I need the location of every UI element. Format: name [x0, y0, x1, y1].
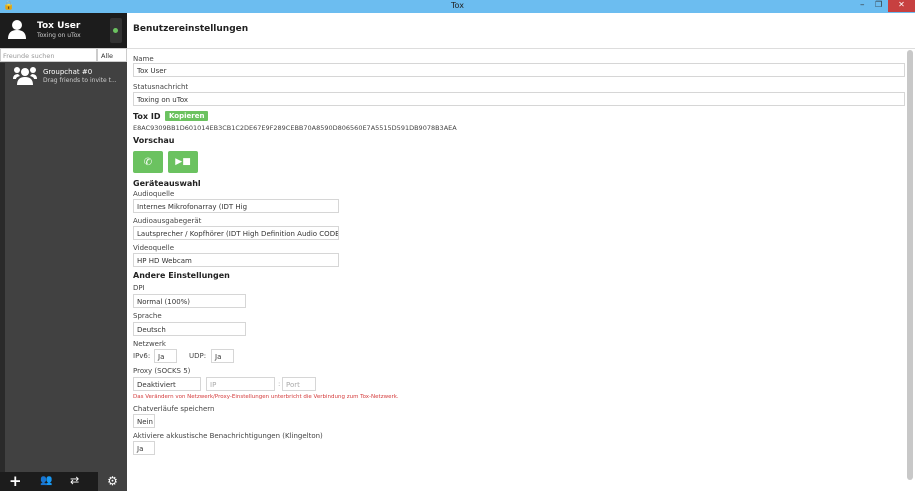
create-group-icon[interactable]: 👥 — [40, 475, 52, 486]
friend-subtitle: Drag friends to invite t... — [43, 77, 117, 84]
network-label: Netzwerk — [133, 340, 166, 348]
name-label: Name — [133, 55, 154, 63]
phone-icon: ✆ — [143, 156, 153, 168]
ring-select[interactable]: Ja — [133, 441, 155, 455]
udp-select[interactable]: Ja — [211, 349, 234, 363]
user-header: Tox User Toxing on uTox — [0, 13, 127, 48]
add-friend-icon[interactable]: + — [9, 472, 22, 490]
history-label: Chatverläufe speichern — [133, 405, 215, 413]
settings-button[interactable]: ⚙ — [98, 472, 127, 491]
audio-preview-button[interactable]: ✆ — [133, 151, 163, 173]
proxy-select[interactable]: Deaktiviert — [133, 377, 201, 391]
title-bar: 🔒 Tox – ❐ ✕ — [0, 0, 915, 13]
list-strip — [0, 63, 5, 472]
status-online-icon — [113, 28, 118, 33]
minimize-icon[interactable]: – — [860, 0, 865, 10]
proxy-label: Proxy (SOCKS 5) — [133, 367, 191, 375]
preview-label: Vorschau — [133, 136, 175, 145]
window-title: Tox — [451, 1, 464, 10]
friend-name: Groupchat #0 — [43, 68, 93, 76]
copy-button[interactable]: Kopieren — [165, 111, 209, 121]
group-icon — [13, 67, 37, 85]
audio-in-label: Audioquelle — [133, 190, 175, 198]
devices-heading: Geräteauswahl — [133, 179, 201, 188]
filter-button[interactable]: Alle — [97, 48, 127, 62]
audio-out-select[interactable]: Lautsprecher / Kopfhörer (IDT High Defin… — [133, 226, 339, 240]
ipv6-label: IPv6: — [133, 352, 151, 360]
dpi-select[interactable]: Normal (100%) — [133, 294, 246, 308]
page-title: Benutzereinstellungen — [133, 24, 249, 34]
toxid-label: Tox ID — [133, 112, 161, 121]
restore-icon[interactable]: ❐ — [875, 0, 882, 9]
udp-label: UDP: — [189, 352, 207, 360]
history-select[interactable]: Nein — [133, 414, 155, 428]
user-status[interactable]: Toxing on uTox — [37, 32, 81, 39]
other-heading: Andere Einstellungen — [133, 271, 230, 280]
dpi-label: DPI — [133, 284, 145, 292]
avatar-icon — [8, 20, 26, 39]
network-warning: Das Verändern von Netzwerk/Proxy-Einstel… — [133, 394, 399, 400]
list-item[interactable]: Groupchat #0 Drag friends to invite t... — [5, 62, 127, 90]
proxy-port-input[interactable]: Port — [282, 377, 316, 391]
close-button[interactable]: ✕ — [888, 0, 915, 12]
video-select[interactable]: HP HD Webcam — [133, 253, 339, 267]
ring-label: Aktiviere akkustische Benachrichtigungen… — [133, 432, 323, 440]
status-input[interactable]: Toxing on uTox — [133, 92, 905, 106]
divider — [127, 48, 915, 49]
status-label: Statusnachricht — [133, 83, 189, 91]
file-transfer-icon[interactable]: ⇄ — [70, 474, 79, 487]
video-label: Videoquelle — [133, 244, 174, 252]
video-icon: ▶■ — [175, 157, 191, 167]
ipv6-select[interactable]: Ja — [154, 349, 177, 363]
audio-out-label: Audioausgabegerät — [133, 217, 202, 225]
user-name[interactable]: Tox User — [37, 21, 80, 31]
language-label: Sprache — [133, 312, 162, 320]
status-button[interactable] — [110, 18, 122, 43]
language-select[interactable]: Deutsch — [133, 322, 246, 336]
bottom-bar: + 👥 ⇄ ⚙ — [0, 472, 127, 491]
video-preview-button[interactable]: ▶■ — [168, 151, 198, 173]
port-separator: : — [278, 380, 281, 388]
audio-in-select[interactable]: Internes Mikrofonarray (IDT Hig — [133, 199, 339, 213]
name-input[interactable]: Tox User — [133, 63, 905, 77]
toxid-value: E8AC9309BB1D601014EB3CB1C2DE67E9F289CEBB… — [133, 124, 457, 132]
scrollbar[interactable] — [907, 50, 913, 480]
search-input[interactable]: Freunde suchen — [0, 48, 97, 62]
proxy-ip-input[interactable]: IP — [206, 377, 275, 391]
